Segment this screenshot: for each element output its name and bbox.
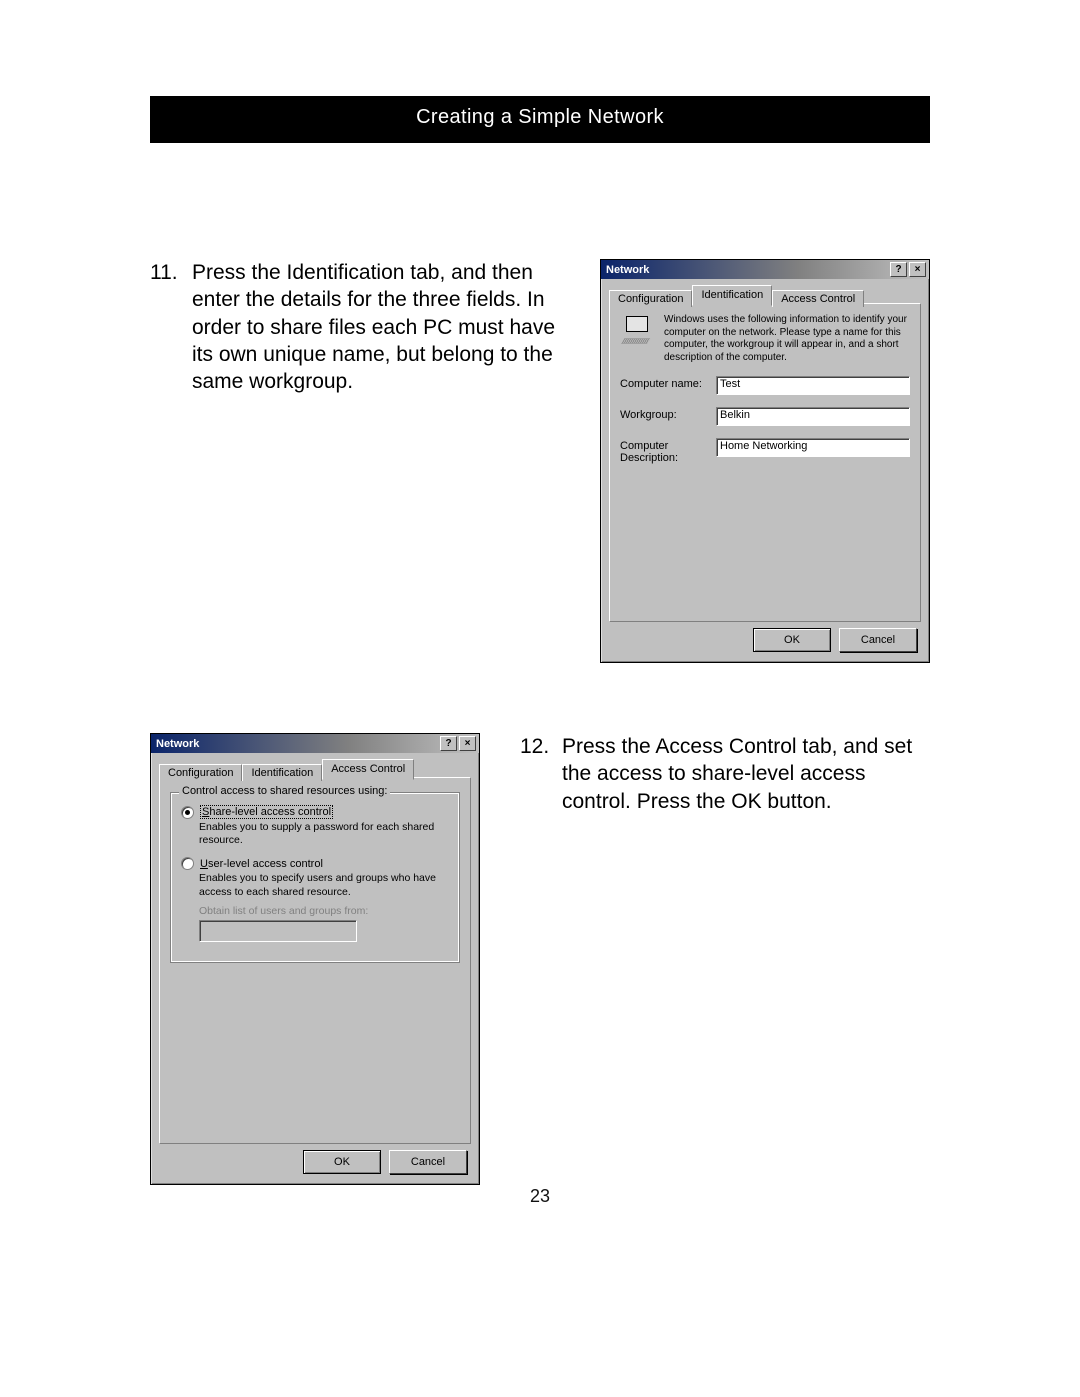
network-dialog-titlebar-2[interactable]: Network ? × [151,734,479,753]
user-level-label: User-level access control [200,858,323,870]
dialog-1-col: Network ? × Configuration Identification… [600,259,930,663]
step-12-body: Press the Access Control tab, and set th… [562,733,930,815]
share-level-option[interactable]: Share-level access control Enables you t… [181,805,449,847]
tab-access-control[interactable]: Access Control [772,290,864,307]
workgroup-label: Workgroup: [620,407,710,421]
network-dialog-title-2: Network [154,738,440,750]
network-dialog-titlebar[interactable]: Network ? × [601,260,929,279]
computer-name-input[interactable]: Test [716,376,910,395]
page-header-title: Creating a Simple Network [416,106,664,128]
cancel-button-2[interactable]: Cancel [389,1150,467,1174]
user-level-source-input [199,920,357,942]
computer-name-label: Computer name: [620,376,710,390]
access-control-panel: Control access to shared resources using… [159,777,471,1144]
tab-identification[interactable]: Identification [692,285,772,306]
share-level-radio[interactable] [181,806,194,819]
network-dialog-title: Network [604,264,890,276]
help-button-2[interactable]: ? [440,736,457,751]
page-header: Creating a Simple Network [150,96,930,143]
help-button[interactable]: ? [890,262,907,277]
groupbox-legend: Control access to shared resources using… [179,785,390,797]
share-level-label: Share-level access control [200,805,333,819]
row-step-11: 11. Press the Identification tab, and th… [150,259,930,663]
user-level-sublabel: Obtain list of users and groups from: [199,905,449,917]
share-level-desc: Enables you to supply a password for eac… [199,821,449,847]
tabs-row-2: Configuration Identification Access Cont… [159,759,471,779]
network-dialog-access-control: Network ? × Configuration Identification… [150,733,480,1185]
tab-access-control-2[interactable]: Access Control [322,759,414,780]
network-dialog-identification: Network ? × Configuration Identification… [600,259,930,663]
computer-id-icon [620,314,654,348]
identification-panel: Windows uses the following information t… [609,303,921,622]
computer-description-label: Computer Description: [620,438,710,464]
tab-configuration[interactable]: Configuration [609,290,692,307]
page-number: 23 [0,1186,1080,1207]
tab-configuration-2[interactable]: Configuration [159,764,242,781]
step-12-text: 12. Press the Access Control tab, and se… [510,733,930,1185]
document-page: Creating a Simple Network 11. Press the … [0,0,1080,1397]
row-step-12: Network ? × Configuration Identification… [150,733,930,1185]
user-level-desc: Enables you to specify users and groups … [199,872,449,898]
step-11-body: Press the Identification tab, and then e… [192,259,570,395]
tabs-row: Configuration Identification Access Cont… [609,285,921,305]
identification-help-text: Windows uses the following information t… [664,314,910,364]
cancel-button[interactable]: Cancel [839,628,917,652]
step-11-text: 11. Press the Identification tab, and th… [150,259,570,663]
access-control-groupbox: Control access to shared resources using… [170,792,460,963]
user-level-radio[interactable] [181,857,194,870]
dialog-2-col: Network ? × Configuration Identification… [150,733,480,1185]
ok-button[interactable]: OK [753,628,831,652]
user-level-option[interactable]: User-level access control Enables you to… [181,857,449,941]
tab-identification-2[interactable]: Identification [242,764,322,781]
ok-button-2[interactable]: OK [303,1150,381,1174]
close-button[interactable]: × [909,262,926,277]
step-11-number: 11. [150,259,192,395]
computer-description-input[interactable]: Home Networking [716,438,910,457]
step-12-number: 12. [520,733,562,815]
close-button-2[interactable]: × [459,736,476,751]
workgroup-input[interactable]: Belkin [716,407,910,426]
